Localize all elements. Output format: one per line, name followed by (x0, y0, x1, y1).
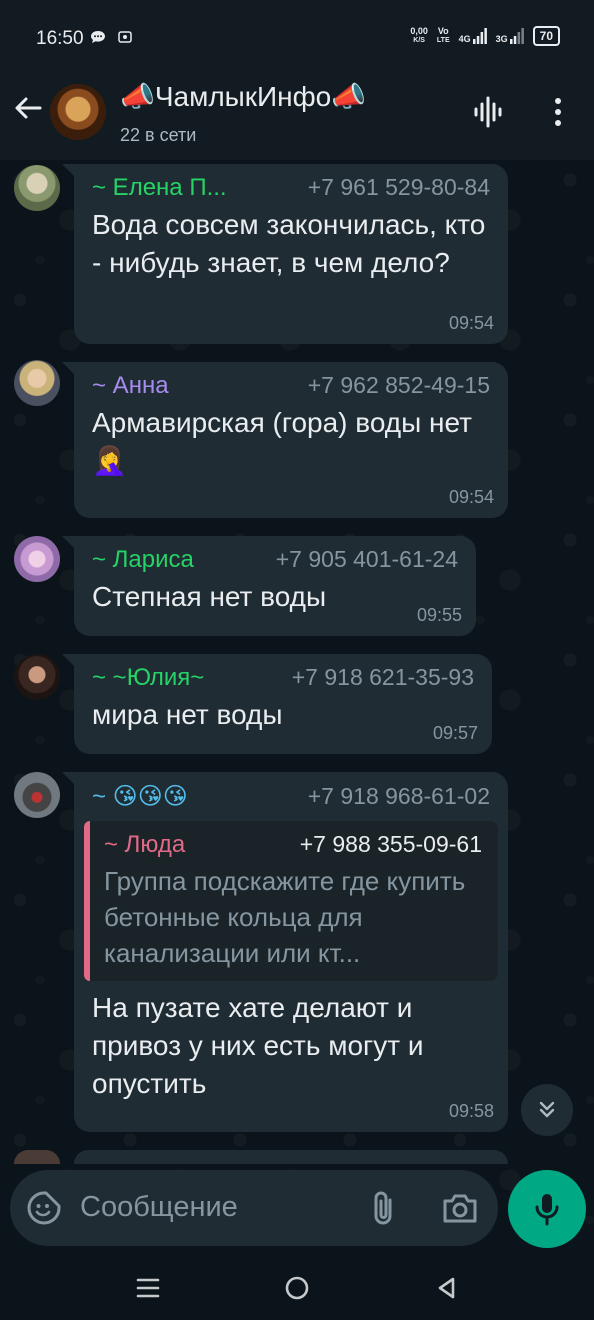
recents-icon (136, 1278, 160, 1298)
chat-header: 📣ЧамлыкИнфо📣 22 в сети (0, 70, 594, 160)
triangle-back-icon (438, 1277, 455, 1299)
message-time: 09:54 (448, 487, 494, 507)
net-speed-value: 0,00 (410, 26, 428, 36)
nav-back-button[interactable] (428, 1270, 464, 1306)
group-title[interactable]: 📣ЧамлыкИнфо📣 (120, 80, 366, 113)
sender-avatar (14, 1150, 60, 1164)
quote-text: Группа подскажите где купить бетонные ко… (104, 866, 466, 968)
message-bubble[interactable]: ~ Лариса +7 905 401-61-24 Степная нет во… (62, 536, 476, 636)
online-count: 22 в сети (120, 125, 197, 145)
group-avatar[interactable] (50, 84, 106, 140)
sender-name[interactable]: ~ Анна (92, 372, 169, 400)
sender-avatar[interactable] (14, 536, 60, 582)
network-speed: 0,00 K/S (410, 27, 428, 45)
message-text: Вода совсем закончилась, кто - нибудь зн… (92, 209, 486, 278)
sender-name[interactable]: ~ ~Юлия~ (92, 664, 204, 692)
message-text: мира нет воды (92, 699, 283, 730)
system-nav-bar (0, 1252, 594, 1320)
status-bar: 16:50 0,00 K/S Vo LTE 4G 3G 70 (0, 0, 594, 70)
attach-button[interactable] (366, 1188, 402, 1228)
recents-button[interactable] (130, 1270, 166, 1306)
status-time: 16:50 (36, 28, 84, 49)
message-bubble[interactable]: ~ Елена П... +7 961 529-80-84 Вода совсе… (62, 164, 508, 344)
vertical-dots-icon (555, 98, 561, 126)
chat-bubble-icon (90, 30, 106, 47)
arrow-left-icon (15, 97, 42, 119)
sender-name[interactable]: ~ 😘😘😘 (92, 782, 188, 811)
status-indicators: 0,00 K/S Vo LTE 4G 3G 70 (410, 26, 560, 46)
message-bubble[interactable]: ~ 😘😘😘 +7 918 968-61-02 ~ Люда +7 988 355… (62, 772, 508, 1132)
volte-indicator: Vo LTE (437, 27, 450, 45)
home-circle-icon (285, 1276, 309, 1300)
sender-name[interactable]: ~ Лариса (92, 546, 194, 574)
scroll-down-button[interactable] (521, 1084, 573, 1136)
message-bubble[interactable]: ~ ~Юлия~ +7 918 621-35-93 мира нет воды … (62, 654, 492, 754)
signal-1-icon: 4G (459, 28, 487, 44)
message-bubble (74, 1150, 508, 1164)
voice-chat-button[interactable] (468, 92, 508, 132)
reply-quote[interactable]: ~ Люда +7 988 355-09-61 Группа подскажит… (84, 821, 498, 981)
message-composer: Сообщение (10, 1170, 498, 1246)
message-header: ~ Елена П... +7 961 529-80-84 (92, 174, 490, 202)
message-text: На пузате хате делают и привоз у них ест… (92, 992, 424, 1099)
sender-avatar[interactable] (14, 165, 60, 211)
microphone-icon (535, 1194, 559, 1226)
sticker-smile-icon (27, 1191, 61, 1225)
message-input[interactable]: Сообщение (80, 1191, 238, 1224)
paperclip-icon (374, 1191, 392, 1225)
message-header: ~ Лариса +7 905 401-61-24 (92, 546, 458, 574)
sender-avatar[interactable] (14, 772, 60, 818)
sender-avatar[interactable] (14, 360, 60, 406)
message-time: 09:58 (448, 1101, 494, 1121)
sender-phone: +7 918 968-61-02 (307, 783, 490, 809)
quote-header: ~ Люда +7 988 355-09-61 (104, 831, 482, 859)
signal-2-icon: 3G (496, 28, 524, 44)
message-header: ~ Анна +7 962 852-49-15 (92, 372, 490, 400)
home-button[interactable] (279, 1270, 315, 1306)
sender-avatar[interactable] (14, 654, 60, 700)
signal-1-label: 4G (458, 34, 471, 44)
sender-name[interactable]: ~ Елена П... (92, 174, 227, 202)
message-header: ~ 😘😘😘 +7 918 968-61-02 (84, 782, 498, 811)
quote-phone: +7 988 355-09-61 (299, 831, 482, 857)
battery-level: 70 (539, 29, 553, 43)
emoji-button[interactable] (26, 1190, 62, 1226)
sender-phone: +7 961 529-80-84 (307, 174, 490, 200)
message-bubble[interactable]: ~ Анна +7 962 852-49-15 Армавирская (гор… (62, 362, 508, 518)
battery-icon: 70 (532, 26, 560, 46)
back-button[interactable] (12, 92, 46, 132)
message-time: 09:57 (432, 723, 478, 743)
net-speed-unit: K/S (413, 37, 425, 44)
message-header: ~ ~Юлия~ +7 918 621-35-93 (92, 664, 474, 692)
message-time: 09:55 (416, 605, 462, 625)
volte-top: Vo (437, 26, 449, 36)
mic-button[interactable] (508, 1170, 586, 1248)
volte-bottom: LTE (436, 37, 450, 44)
camera-icon (443, 1194, 477, 1223)
message-text: Армавирская (гора) воды нет 🤦‍♀️ (92, 407, 472, 476)
sender-phone: +7 905 401-61-24 (275, 546, 458, 572)
audio-wave-icon (474, 96, 502, 128)
sender-phone: +7 918 621-35-93 (291, 664, 474, 690)
camera-button[interactable] (440, 1188, 480, 1228)
quote-sender: ~ Люда (104, 831, 186, 858)
menu-button[interactable] (538, 92, 578, 132)
double-chevron-down-icon (539, 1101, 555, 1118)
sender-phone: +7 962 852-49-15 (307, 372, 490, 398)
screenshot-icon (118, 30, 132, 47)
signal-2-label: 3G (495, 34, 508, 44)
message-text: Степная нет воды (92, 581, 327, 612)
message-time: 09:54 (448, 313, 494, 333)
